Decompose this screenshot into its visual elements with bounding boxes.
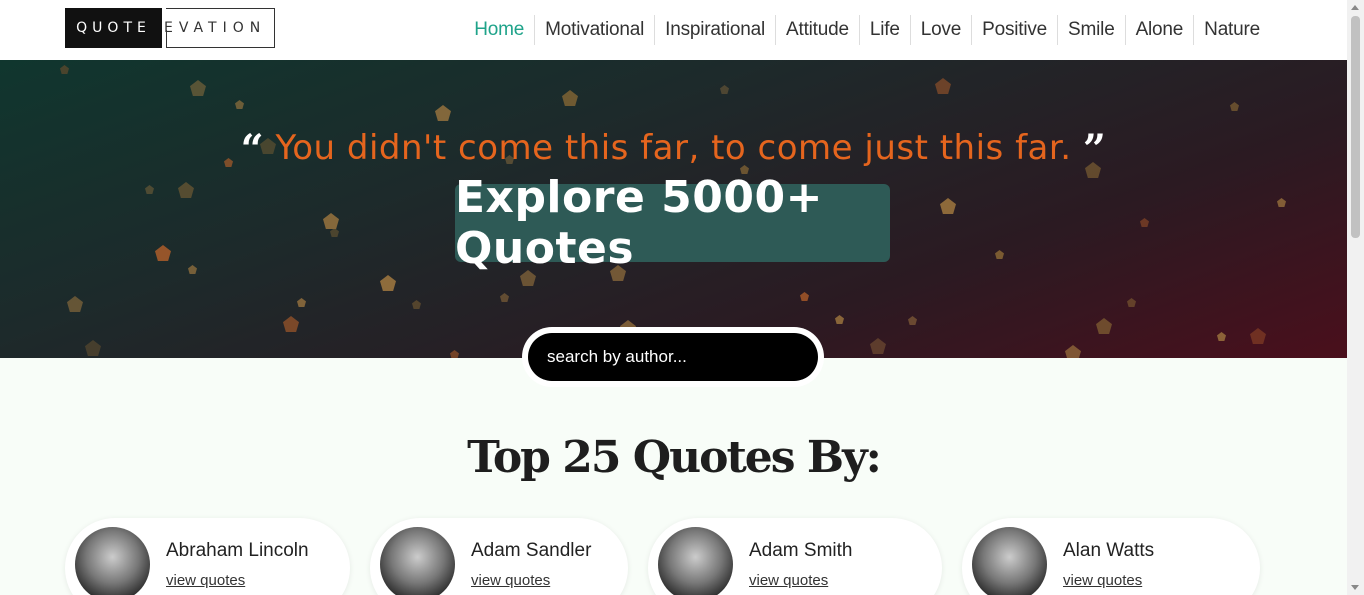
main-nav: Home Motivational Inspirational Attitude…: [464, 15, 1270, 45]
nav-item-positive[interactable]: Positive: [971, 15, 1057, 45]
author-avatar: [972, 527, 1047, 595]
logo-left-text: QUOTE: [65, 8, 162, 48]
particle: [562, 90, 578, 106]
particle: [67, 296, 83, 312]
particle: [800, 292, 809, 301]
author-name: Alan Watts: [1063, 540, 1155, 561]
author-card[interactable]: Adam Sandler view quotes: [370, 518, 628, 595]
particle: [1250, 328, 1266, 344]
particle: [297, 298, 306, 307]
particle: [190, 80, 206, 96]
particle: [870, 338, 886, 354]
nav-item-love[interactable]: Love: [909, 15, 971, 45]
particle: [188, 265, 197, 274]
page-scrollbar[interactable]: [1347, 0, 1364, 595]
nav-item-nature[interactable]: Nature: [1193, 15, 1270, 45]
site-header: QUOTE EVATION Home Motivational Inspirat…: [0, 0, 1347, 60]
logo-right-text: EVATION: [164, 20, 267, 36]
section-title: Top 25 Quotes By:: [467, 432, 882, 483]
author-avatar: [658, 527, 733, 595]
particle: [283, 316, 299, 332]
particle: [835, 315, 844, 324]
nav-item-inspirational[interactable]: Inspirational: [654, 15, 775, 45]
particle: [995, 250, 1004, 259]
hero-banner: “ You didn't come this far, to come just…: [0, 60, 1347, 358]
scroll-thumb[interactable]: [1351, 16, 1360, 238]
search-input[interactable]: [528, 333, 818, 381]
particle: [500, 293, 509, 302]
view-quotes-link[interactable]: view quotes: [471, 572, 550, 589]
particle: [412, 300, 421, 309]
author-avatar: [380, 527, 455, 595]
author-name: Abraham Lincoln: [166, 540, 309, 561]
view-quotes-link[interactable]: view quotes: [166, 572, 245, 589]
open-quote-icon: “: [240, 126, 265, 173]
particle: [1127, 298, 1136, 307]
particle: [940, 198, 956, 214]
site-logo[interactable]: QUOTE EVATION: [65, 8, 275, 48]
particle: [60, 65, 69, 74]
particle: [720, 85, 729, 94]
particle: [450, 350, 459, 358]
hero-quote: “ You didn't come this far, to come just…: [0, 126, 1347, 173]
particle: [1140, 218, 1149, 227]
nav-item-smile[interactable]: Smile: [1057, 15, 1125, 45]
particle: [155, 245, 171, 261]
nav-item-motivational[interactable]: Motivational: [534, 15, 654, 45]
particle: [380, 275, 396, 291]
view-quotes-link[interactable]: view quotes: [1063, 572, 1142, 589]
author-search: [522, 327, 824, 387]
particle: [1065, 345, 1081, 358]
author-card[interactable]: Alan Watts view quotes: [962, 518, 1260, 595]
hero-quote-text: You didn't come this far, to come just t…: [275, 128, 1072, 168]
author-name: Adam Smith: [749, 540, 853, 561]
author-card[interactable]: Adam Smith view quotes: [648, 518, 942, 595]
particle: [908, 316, 917, 325]
scroll-down-icon[interactable]: [1351, 585, 1359, 590]
nav-item-attitude[interactable]: Attitude: [775, 15, 859, 45]
scroll-up-icon[interactable]: [1351, 5, 1359, 10]
nav-item-alone[interactable]: Alone: [1124, 15, 1194, 45]
close-quote-icon: ”: [1082, 126, 1107, 173]
particle: [145, 185, 154, 194]
particle: [1230, 102, 1239, 111]
explore-quotes-button[interactable]: Explore 5000+ Quotes: [455, 172, 890, 274]
particle: [935, 78, 951, 94]
particle: [330, 228, 339, 237]
particle: [1277, 198, 1286, 207]
particle: [435, 105, 451, 121]
nav-item-life[interactable]: Life: [858, 15, 910, 45]
author-avatar: [75, 527, 150, 595]
particle: [85, 340, 101, 356]
particle: [178, 182, 194, 198]
author-name: Adam Sandler: [471, 540, 592, 561]
particle: [1096, 318, 1112, 334]
nav-item-home[interactable]: Home: [464, 15, 534, 45]
particle: [323, 213, 339, 229]
particle: [1217, 332, 1226, 341]
view-quotes-link[interactable]: view quotes: [749, 572, 828, 589]
author-card[interactable]: Abraham Lincoln view quotes: [65, 518, 350, 595]
logo-right: EVATION: [162, 8, 275, 48]
particle: [235, 100, 244, 109]
